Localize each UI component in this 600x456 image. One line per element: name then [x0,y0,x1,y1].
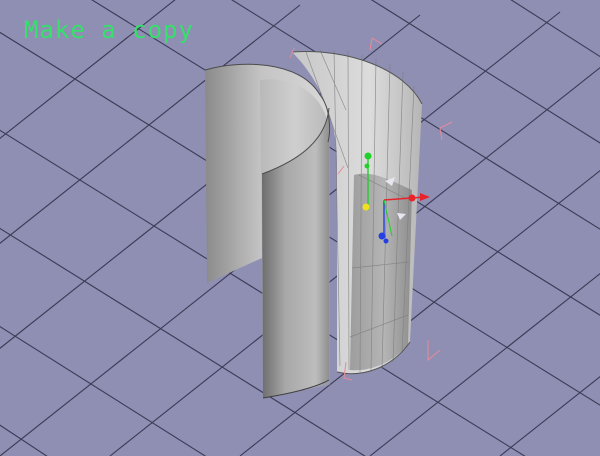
move-x-axis-icon[interactable] [408,194,416,202]
move-y-axis-icon[interactable] [364,152,372,160]
move-x-axis-icon[interactable] [420,193,430,201]
3d-viewport[interactable]: Make a copy [0,0,600,456]
scene-canvas[interactable] [0,0,600,456]
pivot-icon[interactable] [362,203,370,211]
move-z-axis-icon[interactable] [383,238,389,244]
viewport-caption: Make a copy [24,16,194,44]
half-cylinder-original[interactable] [204,63,331,399]
move-y-axis-icon[interactable] [364,163,370,169]
move-z-axis-icon[interactable] [378,232,386,240]
